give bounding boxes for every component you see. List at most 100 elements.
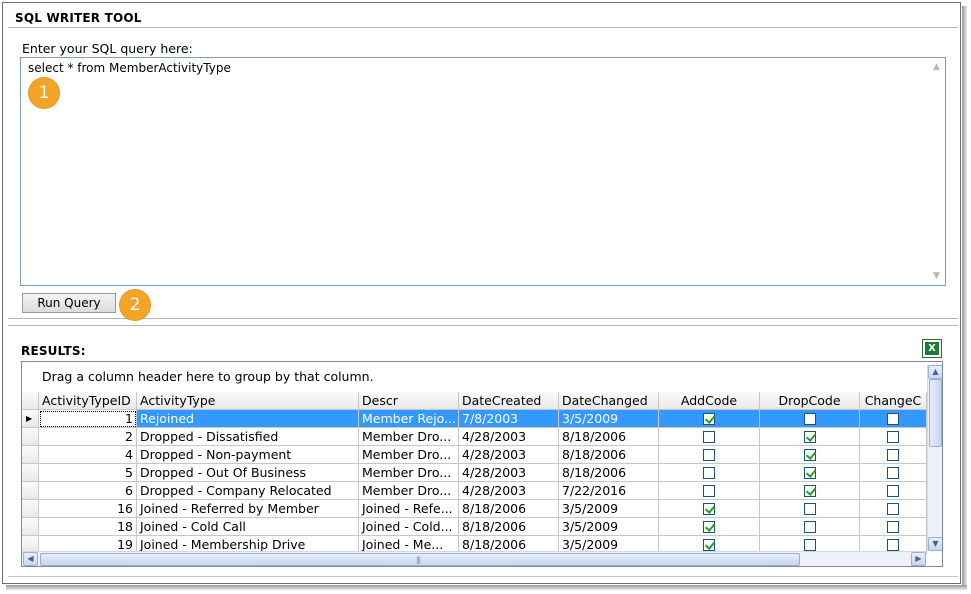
unchecked-checkbox[interactable] [703,484,715,497]
unchecked-checkbox[interactable] [887,466,899,479]
cell-activitytypeid[interactable]: 6 [39,482,137,500]
checked-checkbox[interactable] [703,520,715,533]
column-header-descr[interactable]: Descr [359,392,459,410]
unchecked-checkbox[interactable] [887,484,899,497]
unchecked-checkbox[interactable] [887,502,899,515]
unchecked-checkbox[interactable] [803,412,816,425]
checked-checkbox[interactable] [803,448,816,461]
column-header-datecreated[interactable]: DateCreated [459,392,559,410]
unchecked-checkbox[interactable] [887,520,899,533]
cell-addcode [659,500,760,518]
cell-activitytype[interactable]: Rejoined [137,410,359,428]
query-scroll-down-icon[interactable]: ▼ [928,268,945,284]
row-selector[interactable] [22,500,39,518]
scroll-right-icon[interactable]: ▶ [911,552,926,566]
unchecked-checkbox[interactable] [803,520,816,533]
row-selector[interactable] [22,446,39,464]
cell-activitytypeid[interactable]: 5 [39,464,137,482]
unchecked-checkbox[interactable] [887,448,899,461]
cell-datecreated[interactable]: 8/18/2006 [459,518,559,536]
cell-activitytypeid[interactable]: 1 [39,410,137,428]
cell-descr[interactable]: Joined - Refe... [359,500,459,518]
unchecked-checkbox[interactable] [887,430,899,443]
run-query-button[interactable]: Run Query [22,293,116,313]
cell-descr[interactable]: Member Dro... [359,446,459,464]
scroll-up-icon[interactable]: ▲ [928,365,942,379]
cell-activitytypeid[interactable]: 16 [39,500,137,518]
checked-checkbox[interactable] [703,502,715,515]
query-scrollbar[interactable]: ▲ ▼ [928,58,945,285]
cell-addcode [659,446,760,464]
cell-datechanged[interactable]: 3/5/2009 [559,410,659,428]
cell-activitytype[interactable]: Dropped - Out Of Business [137,464,359,482]
column-header-activitytype[interactable]: ActivityType [137,392,359,410]
cell-descr[interactable]: Member Rejo... [359,410,459,428]
column-header-changecode[interactable]: ChangeC [860,392,927,410]
table-row[interactable]: ▶ 1 Rejoined Member Rejo... 7/8/2003 3/5/2009 [22,410,927,428]
cell-activitytype[interactable]: Joined - Cold Call [137,518,359,536]
cell-datechanged[interactable]: 3/5/2009 [559,518,659,536]
cell-activitytypeid[interactable]: 2 [39,428,137,446]
grid-horizontal-scrollbar[interactable]: ◀ ||| ▶ [23,551,926,566]
unchecked-checkbox[interactable] [703,430,715,443]
scroll-down-icon[interactable]: ▼ [928,537,942,551]
cell-activitytype[interactable]: Dropped - Dissatisfied [137,428,359,446]
unchecked-checkbox[interactable] [703,466,715,479]
cell-activitytype[interactable]: Joined - Referred by Member [137,500,359,518]
column-header-addcode[interactable]: AddCode [659,392,760,410]
column-header-dropcode[interactable]: DropCode [760,392,860,410]
cell-activitytypeid[interactable]: 18 [39,518,137,536]
unchecked-checkbox[interactable] [803,538,816,551]
checked-checkbox[interactable] [803,430,816,443]
table-row[interactable]: 5 Dropped - Out Of Business Member Dro... 4… [22,464,927,482]
current-row-indicator-icon[interactable]: ▶ [22,410,39,428]
cell-descr[interactable]: Member Dro... [359,464,459,482]
excel-icon[interactable]: X [922,339,942,358]
unchecked-checkbox[interactable] [887,412,899,425]
cell-addcode [659,464,760,482]
cell-datecreated[interactable]: 8/18/2006 [459,500,559,518]
horizontal-scroll-thumb[interactable]: ||| [40,553,800,566]
row-selector[interactable] [22,482,39,500]
group-by-area[interactable]: Drag a column header here to group by th… [22,362,942,391]
column-header-datechanged[interactable]: DateChanged [559,392,659,410]
row-selector[interactable] [22,518,39,536]
cell-descr[interactable]: Joined - Cold... [359,518,459,536]
table-row[interactable]: 16 Joined - Referred by Member Joined - Re… [22,500,927,518]
cell-datecreated[interactable]: 7/8/2003 [459,410,559,428]
unchecked-checkbox[interactable] [703,448,715,461]
cell-datecreated[interactable]: 4/28/2003 [459,446,559,464]
unchecked-checkbox[interactable] [803,502,816,515]
cell-datechanged[interactable]: 7/22/2016 [559,482,659,500]
column-header-activitytypeid[interactable]: ActivityTypeID [39,392,137,410]
grid-vertical-scrollbar[interactable]: ▲ ▼ [927,365,942,551]
checked-checkbox[interactable] [703,538,715,551]
checked-checkbox[interactable] [803,484,816,497]
vertical-scroll-thumb[interactable] [929,379,942,447]
cell-descr[interactable]: Member Dro... [359,482,459,500]
row-selector[interactable] [22,428,39,446]
cell-datechanged[interactable]: 3/5/2009 [559,500,659,518]
cell-datechanged[interactable]: 8/18/2006 [559,428,659,446]
cell-datecreated[interactable]: 4/28/2003 [459,464,559,482]
query-scroll-up-icon[interactable]: ▲ [928,59,945,75]
table-row[interactable]: 2 Dropped - Dissatisfied Member Dro... 4/28… [22,428,927,446]
cell-datechanged[interactable]: 8/18/2006 [559,446,659,464]
cell-datechanged[interactable]: 8/18/2006 [559,464,659,482]
cell-activitytypeid[interactable]: 4 [39,446,137,464]
table-row[interactable]: 4 Dropped - Non-payment Member Dro... 4/28/… [22,446,927,464]
row-selector[interactable] [22,464,39,482]
cell-descr[interactable]: Member Dro... [359,428,459,446]
scroll-left-icon[interactable]: ◀ [23,552,38,566]
checked-checkbox[interactable] [703,412,715,425]
cell-datecreated[interactable]: 4/28/2003 [459,482,559,500]
table-row[interactable]: 18 Joined - Cold Call Joined - Cold... 8/18… [22,518,927,536]
unchecked-checkbox[interactable] [887,538,899,551]
cell-activitytype[interactable]: Dropped - Company Relocated [137,482,359,500]
window-shadow-right [962,6,967,588]
sql-query-textarea[interactable]: select * from MemberActivityType ▲ ▼ [20,57,946,286]
table-row[interactable]: 6 Dropped - Company Relocated Member Dro..… [22,482,927,500]
cell-activitytype[interactable]: Dropped - Non-payment [137,446,359,464]
checked-checkbox[interactable] [803,466,816,479]
cell-datecreated[interactable]: 4/28/2003 [459,428,559,446]
